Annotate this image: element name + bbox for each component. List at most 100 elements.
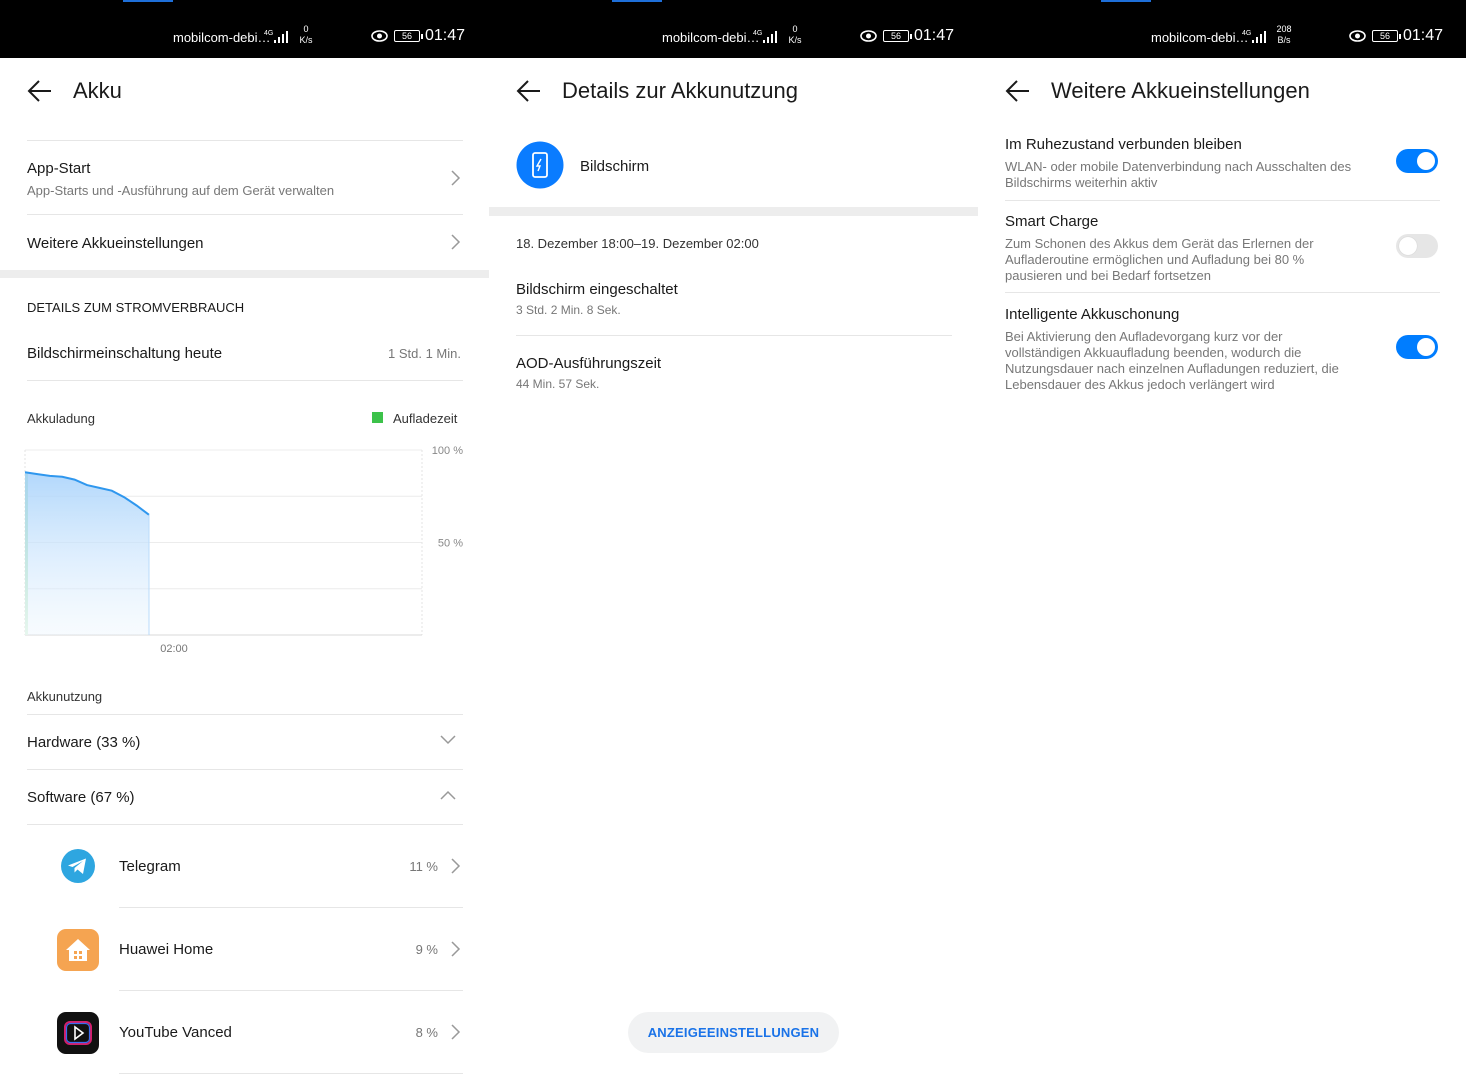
setting-desc-line: Zum Schonen des Akkus dem Gerät das Erle… xyxy=(1005,236,1314,251)
y-tick-label: 100 % xyxy=(432,445,463,457)
status-bar: mobilcom-debi… 4G 208 B/s 56 01:47 xyxy=(978,0,1466,58)
battery-icon: 56 xyxy=(1372,30,1401,42)
status-indicator-line xyxy=(1101,0,1151,2)
app-name: Telegram xyxy=(119,858,181,875)
setting-desc-line: vollständigen Akkuaufladung beenden, wod… xyxy=(1005,345,1302,360)
app-start-subtitle: App-Starts und -Ausführung auf dem Gerät… xyxy=(27,183,335,198)
details-section-header: DETAILS ZUM STROMVERBRAUCH xyxy=(27,300,245,315)
smart-charge-toggle[interactable] xyxy=(1396,234,1438,258)
setting-title: Smart Charge xyxy=(1005,213,1099,230)
setting-desc-line: Bildschirms weiterhin aktiv xyxy=(1005,175,1158,190)
setting-desc-line: Bei Aktivierung den Aufladevorgang kurz … xyxy=(1005,329,1283,344)
app-bar: Akku xyxy=(0,58,489,128)
chevron-right-icon xyxy=(451,1024,461,1040)
toggle-knob xyxy=(1417,338,1435,356)
page-title: Weitere Akkueinstellungen xyxy=(1051,78,1310,103)
akku-screen: mobilcom-debi… 4G 0 K/s 56 01:47 Akku App… xyxy=(0,0,489,1080)
app-bar: Details zur Akkunutzung xyxy=(489,58,978,128)
usage-section-header: Akkunutzung xyxy=(27,689,103,704)
battery-icon: 56 xyxy=(883,30,912,42)
screen-on-today-value: 1 Std. 1 Min. xyxy=(388,346,461,361)
phone-screen-icon xyxy=(516,141,564,189)
eye-comfort-icon xyxy=(860,30,877,42)
section-divider xyxy=(489,207,978,216)
youtube-vanced-icon xyxy=(57,1012,99,1054)
page-title: Akku xyxy=(73,78,122,103)
carrier-name: mobilcom-debi… xyxy=(662,30,760,45)
divider xyxy=(27,714,463,715)
legend-label: Aufladezeit xyxy=(393,411,458,426)
status-indicator-line xyxy=(123,0,173,2)
carrier-name: mobilcom-debi… xyxy=(173,30,271,45)
divider xyxy=(1005,292,1440,293)
screen-on-label: Bildschirm eingeschaltet xyxy=(516,281,678,298)
software-label: Software (67 %) xyxy=(27,789,135,806)
eye-comfort-icon xyxy=(371,30,388,42)
setting-title: Im Ruhezustand verbunden bleiben xyxy=(1005,136,1242,153)
status-bar: mobilcom-debi… 4G 0 K/s 56 01:47 xyxy=(489,0,978,58)
chevron-right-icon xyxy=(451,941,461,957)
svg-text:4G: 4G xyxy=(264,30,273,37)
svg-text:4G: 4G xyxy=(753,30,762,37)
network-rate: 0 K/s xyxy=(788,24,802,45)
huawei-home-icon xyxy=(57,929,99,971)
toggle-knob xyxy=(1417,152,1435,170)
battery-icon: 56 xyxy=(394,30,423,42)
screen-on-today-label: Bildschirmeinschaltung heute xyxy=(27,345,223,362)
eye-comfort-icon xyxy=(1349,30,1366,42)
usage-details-screen: mobilcom-debi… 4G 0 K/s 56 01:47 Details … xyxy=(489,0,978,1080)
aod-value: 44 Min. 57 Sek. xyxy=(516,377,600,391)
app-percent: 11 % xyxy=(409,859,438,874)
app-percent: 8 % xyxy=(415,1025,438,1040)
divider xyxy=(119,990,463,991)
display-settings-button[interactable]: ANZEIGEEINSTELLUNGEN xyxy=(628,1012,839,1053)
setting-title: Intelligente Akkuschonung xyxy=(1005,306,1180,323)
back-arrow-icon[interactable] xyxy=(1005,78,1031,104)
app-percent: 9 % xyxy=(415,942,438,957)
clock: 01:47 xyxy=(425,27,466,44)
setting-desc-line: Lebensdauer des Akkus jedoch verlängert … xyxy=(1005,377,1275,392)
signal-icon: 4G xyxy=(1242,30,1266,43)
app-name: Huawei Home xyxy=(119,941,214,958)
signal-icon: 4G xyxy=(264,30,288,43)
app-bar: Weitere Akkueinstellungen xyxy=(978,58,1466,128)
network-rate: 208 B/s xyxy=(1276,24,1292,45)
section-divider xyxy=(0,270,489,278)
svg-text:4G: 4G xyxy=(1242,30,1251,37)
back-arrow-icon[interactable] xyxy=(27,78,53,104)
signal-icon: 4G xyxy=(753,30,777,43)
toggle-knob xyxy=(1399,237,1417,255)
network-rate: 0 K/s xyxy=(299,24,313,45)
hardware-label: Hardware (33 %) xyxy=(27,734,141,751)
status-bar: mobilcom-debi… 4G 0 K/s 56 01:47 xyxy=(0,0,489,58)
chart-title: Akkuladung xyxy=(27,411,95,426)
more-settings-title: Weitere Akkueinstellungen xyxy=(27,235,204,252)
clock: 01:47 xyxy=(1403,27,1444,44)
chevron-down-icon xyxy=(440,735,456,745)
chevron-right-icon xyxy=(451,858,461,874)
app-start-title: App-Start xyxy=(27,160,91,177)
divider xyxy=(27,380,463,381)
smart-battery-care-toggle[interactable] xyxy=(1396,335,1438,359)
x-tick-label: 02:00 xyxy=(160,643,188,655)
chevron-up-icon xyxy=(440,790,456,800)
chevron-right-icon xyxy=(451,170,461,186)
page-title: Details zur Akkunutzung xyxy=(562,78,799,103)
time-range: 18. Dezember 18:00–19. Dezember 02:00 xyxy=(516,236,759,251)
divider xyxy=(27,140,463,141)
stay-connected-toggle[interactable] xyxy=(1396,149,1438,173)
setting-desc-line: WLAN- oder mobile Datenverbindung nach A… xyxy=(1005,159,1352,174)
aod-label: AOD-Ausführungszeit xyxy=(516,355,662,372)
setting-desc-line: Aufladeroutine ermöglichen und Aufladung… xyxy=(1005,252,1305,267)
divider xyxy=(119,907,463,908)
divider xyxy=(27,214,463,215)
divider xyxy=(27,769,463,770)
more-battery-settings-screen: mobilcom-debi… 4G 208 B/s 56 01:47 Weiter… xyxy=(978,0,1466,1080)
chevron-right-icon xyxy=(451,234,461,250)
divider xyxy=(1005,200,1440,201)
divider xyxy=(27,824,463,825)
back-arrow-icon[interactable] xyxy=(516,78,542,104)
setting-desc-line: Nutzungsdauer nach einzelnen Aufladungen… xyxy=(1005,361,1339,376)
divider xyxy=(119,1073,463,1074)
screen-on-value: 3 Std. 2 Min. 8 Sek. xyxy=(516,303,621,317)
